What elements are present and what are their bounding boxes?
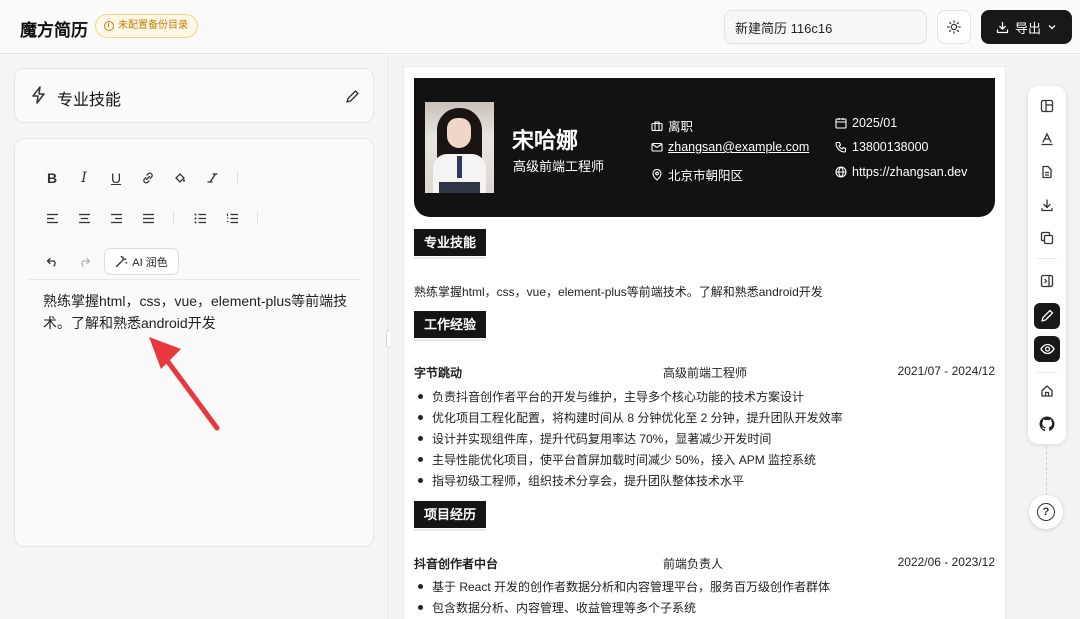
annotation-arrow-icon	[149, 337, 220, 431]
status-text: 离职	[668, 120, 694, 134]
work-bullet: 主导性能优化项目，使平台首屏加载时间减少 50%，接入 APM 监控系统	[418, 451, 816, 468]
preview-toolbar	[1028, 86, 1066, 444]
work-position: 高级前端工程师	[663, 366, 748, 380]
project-name: 抖音创作者中台	[414, 557, 499, 571]
phone-info: 13800138000	[835, 140, 928, 154]
toolbar-divider	[1037, 258, 1057, 259]
editor-content[interactable]: 熟练掌握html，css，vue，element-plus等前端技术。了解和熟悉…	[43, 290, 348, 334]
copy-icon[interactable]	[1034, 225, 1060, 251]
align-center-icon[interactable]	[73, 207, 95, 229]
toolbar-connector	[1046, 446, 1047, 496]
pen-icon[interactable]	[1034, 303, 1060, 329]
download-icon[interactable]	[1034, 192, 1060, 218]
work-bullet: 优化项目工程化配置，将构建时间从 8 分钟优化至 2 分钟，提升团队开发效率	[418, 409, 843, 426]
file-icon[interactable]	[1034, 159, 1060, 185]
status-info: 离职	[651, 116, 693, 135]
home-icon[interactable]	[1034, 378, 1060, 404]
help-icon: ?	[1037, 503, 1055, 521]
ordered-list-icon[interactable]	[221, 207, 243, 229]
phone-text: 13800138000	[852, 140, 929, 154]
github-icon[interactable]	[1034, 411, 1060, 437]
date-text: 2025/01	[852, 116, 898, 130]
location-text: 北京市朝阳区	[668, 169, 744, 183]
bullet-list-icon[interactable]	[189, 207, 211, 229]
top-bar: 魔方简历 未配置备份目录 导出	[0, 0, 1080, 54]
sun-icon	[947, 20, 961, 34]
clear-format-icon[interactable]	[201, 167, 223, 189]
align-right-icon[interactable]	[105, 207, 127, 229]
toolbar-divider	[173, 211, 174, 225]
italic-icon[interactable]: I	[73, 167, 95, 189]
briefcase-icon	[651, 120, 663, 131]
map-pin-icon	[652, 168, 662, 181]
eye-icon[interactable]	[1034, 336, 1060, 362]
work-company: 字节跳动	[414, 366, 463, 380]
email-link[interactable]: zhangsan@example.com	[668, 140, 809, 154]
bold-icon[interactable]: B	[41, 167, 63, 189]
ai-polish-button[interactable]: AI 润色	[104, 248, 179, 275]
export-button[interactable]: 导出	[981, 10, 1072, 44]
edit-pencil-icon[interactable]	[345, 89, 360, 104]
project-period: 2022/06 - 2023/12	[897, 555, 995, 569]
project-bullet: 包含数据分析、内容管理、收益管理等多个子系统	[418, 599, 696, 616]
calendar-icon	[835, 118, 847, 129]
resume-title-input[interactable]	[724, 10, 927, 44]
redo-icon[interactable]	[73, 250, 95, 272]
location-info: 北京市朝阳区	[651, 165, 743, 184]
project-role: 前端负责人	[663, 557, 724, 571]
align-left-icon[interactable]	[41, 207, 63, 229]
chevron-down-icon	[1048, 25, 1056, 30]
work-period: 2021/07 - 2024/12	[897, 364, 995, 378]
email-info: zhangsan@example.com	[651, 140, 809, 154]
editor-divider	[29, 279, 361, 280]
font-icon[interactable]	[1034, 126, 1060, 152]
link-icon[interactable]	[137, 167, 159, 189]
project-bullet: 基于 React 开发的创作者数据分析和内容管理平台，服务百万级创作者群体	[418, 578, 830, 595]
globe-icon	[835, 166, 847, 178]
website-info: https://zhangsan.dev	[835, 165, 967, 179]
skills-text: 熟练掌握html，css，vue，element-plus等前端技术。了解和熟悉…	[414, 285, 823, 299]
resume-role: 高级前端工程师	[513, 159, 605, 174]
section-header-card: 专业技能	[14, 68, 374, 123]
undo-icon[interactable]	[41, 250, 63, 272]
layout-icon[interactable]	[1034, 93, 1060, 119]
toolbar-divider	[237, 171, 238, 185]
ai-polish-label: AI 润色	[132, 256, 168, 269]
editor-pane: 专业技能 B I U AI 润色 熟练掌握html，css，vue，elemen…	[0, 55, 389, 619]
lightning-icon	[32, 86, 45, 104]
resume-name: 宋哈娜	[512, 128, 579, 153]
fill-color-icon[interactable]	[169, 167, 191, 189]
app-brand: 魔方简历	[20, 21, 88, 40]
mail-icon	[651, 142, 663, 152]
work-bullet: 指导初级工程师，组织技术分享会，提升团队整体技术水平	[418, 472, 744, 489]
projects-heading: 项目经历	[414, 501, 487, 531]
date-info: 2025/01	[835, 116, 897, 130]
backup-warning-label: 未配置备份目录	[118, 20, 188, 31]
phone-icon	[835, 141, 847, 153]
website-link[interactable]: https://zhangsan.dev	[852, 165, 967, 179]
work-heading: 工作经验	[414, 311, 487, 341]
section-title: 专业技能	[57, 92, 122, 109]
theme-toggle-button[interactable]	[937, 10, 971, 44]
export-label: 导出	[1014, 20, 1041, 36]
skills-heading: 专业技能	[414, 229, 487, 259]
profile-photo	[425, 102, 494, 193]
work-bullet: 负责抖音创作者平台的开发与维护，主导多个核心功能的技术方案设计	[418, 388, 804, 405]
justify-icon[interactable]	[137, 207, 159, 229]
underline-icon[interactable]: U	[105, 167, 127, 189]
help-button[interactable]: ?	[1029, 495, 1063, 529]
toolbar-divider	[1037, 372, 1057, 373]
magic-wand-icon	[116, 255, 128, 268]
warning-icon	[104, 21, 114, 31]
toolbar-divider	[257, 211, 258, 225]
work-bullet: 设计并实现组件库，提升代码复用率达 70%，显著减少开发时间	[418, 430, 771, 447]
backup-warning-badge[interactable]: 未配置备份目录	[95, 14, 198, 38]
download-icon	[996, 21, 1009, 33]
panel-icon[interactable]	[1034, 268, 1060, 294]
